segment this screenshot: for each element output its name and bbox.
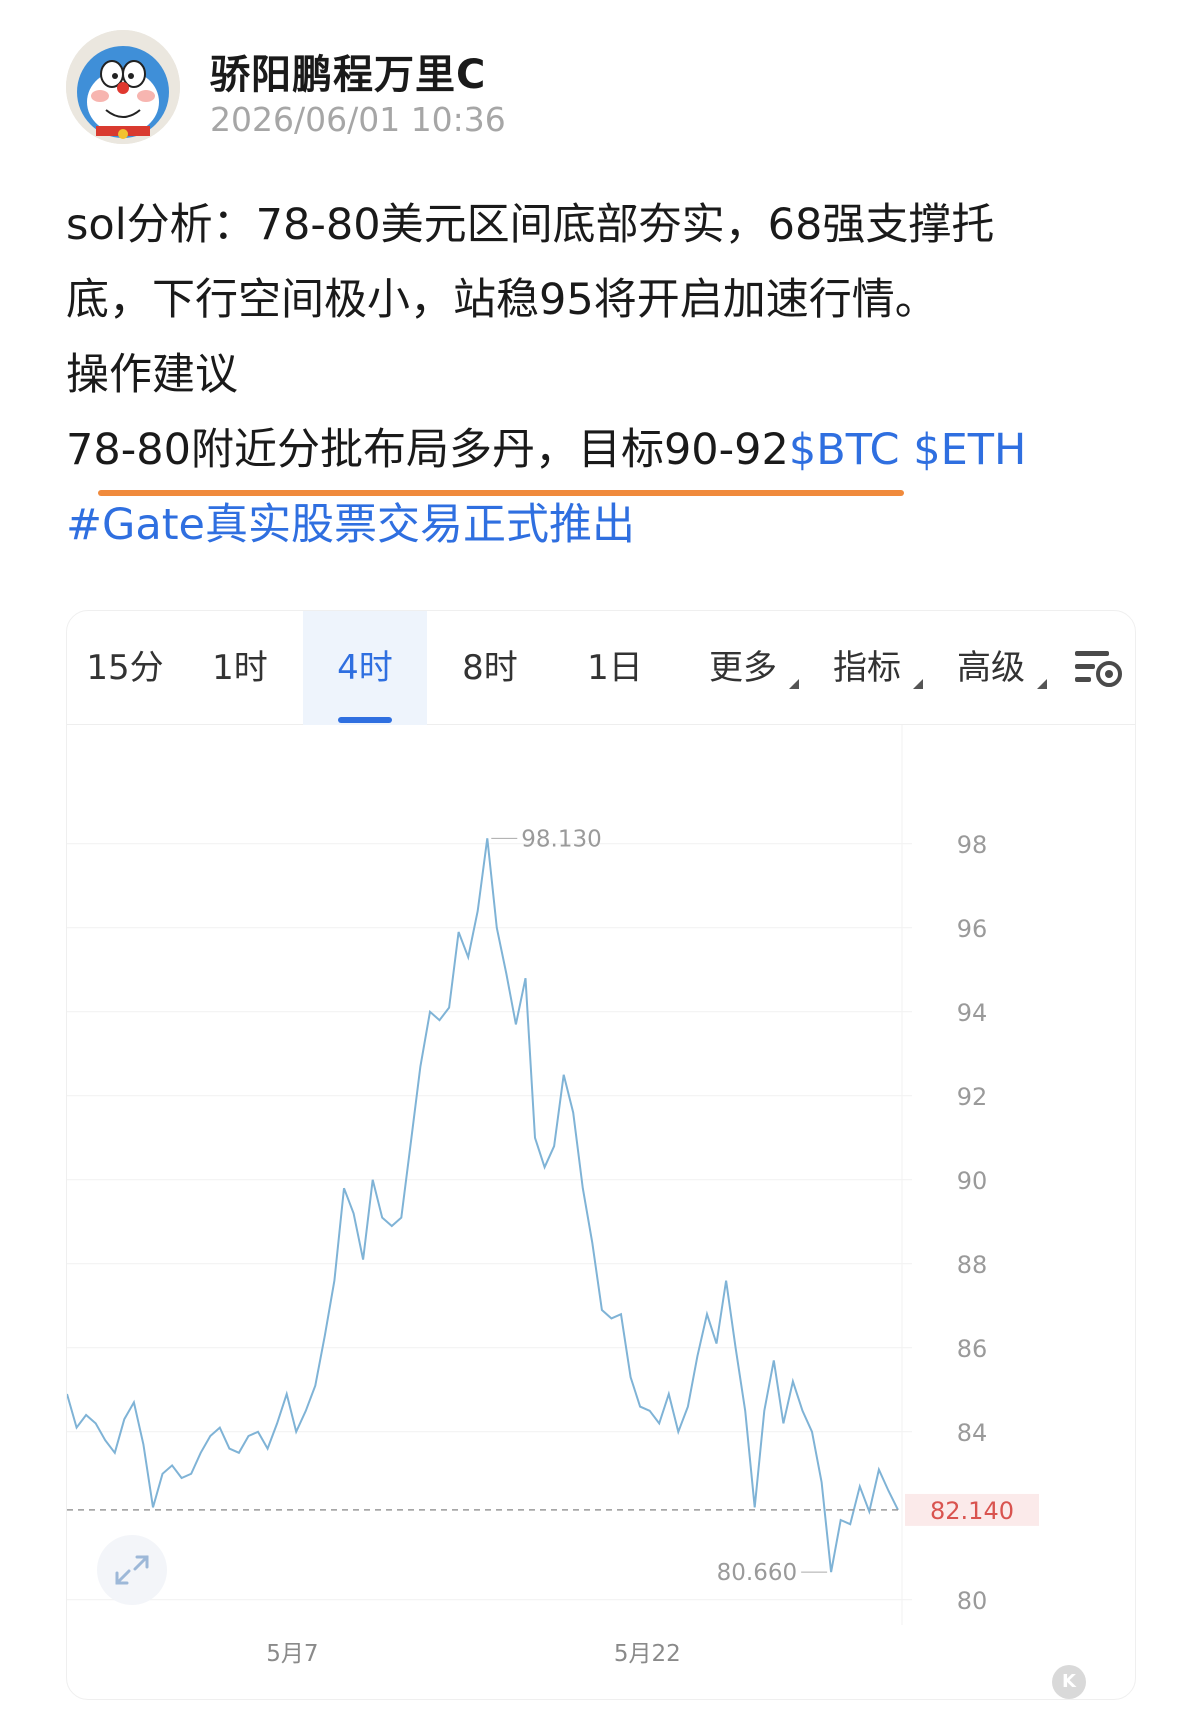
- low-price-label: 80.660: [717, 1560, 797, 1586]
- tab-label: 1时: [212, 648, 268, 688]
- tab-label: 高级: [957, 648, 1025, 688]
- tab-label: 更多: [709, 648, 777, 688]
- post-line-3: 操作建议: [66, 350, 238, 400]
- price-line: [67, 838, 899, 1573]
- timeframe-tabs: 15分 1时 4时 8时 1日 更多 指标 高级: [67, 611, 1135, 725]
- price-chart-svg: 80 84 86 88 90 92 94 96 98 82.140 98.130 80.660 5月7 5…: [67, 725, 1039, 1667]
- highlight-underline: [98, 490, 904, 496]
- price-chart-card: 15分 1时 4时 8时 1日 更多 指标 高级 80 84 86 88 90 92 94 9…: [66, 610, 1136, 1700]
- tab-8h[interactable]: 8时: [427, 611, 553, 725]
- tab-label: 指标: [833, 648, 901, 688]
- tab-4h[interactable]: 4时: [303, 611, 427, 725]
- price-chart[interactable]: 80 84 86 88 90 92 94 96 98 82.140 98.130 80.660 5月7 5…: [67, 725, 1135, 1699]
- chart-settings-icon[interactable]: [1073, 647, 1125, 691]
- x-tick-label: 5月22: [614, 1641, 681, 1667]
- dropdown-triangle-icon: [789, 679, 799, 689]
- active-tab-indicator: [338, 717, 392, 723]
- y-tick-label: 92: [957, 1083, 988, 1111]
- tab-label: 8时: [462, 648, 518, 688]
- y-tick-label: 94: [957, 999, 988, 1027]
- tab-label: 4时: [337, 648, 393, 688]
- tab-indicators[interactable]: 指标: [825, 611, 923, 725]
- post-timestamp: 2026/06/01 10:36: [210, 100, 506, 139]
- high-price-label: 98.130: [521, 826, 601, 852]
- tab-label: 15分: [86, 648, 164, 688]
- y-tick-label: 80: [957, 1587, 988, 1615]
- dropdown-triangle-icon: [1037, 679, 1047, 689]
- tab-label: 1日: [587, 648, 643, 688]
- hashtag-link[interactable]: #Gate真实股票交易正式推出: [66, 488, 1146, 563]
- y-tick-label: 96: [957, 915, 988, 943]
- doraemon-avatar-icon: [66, 30, 180, 144]
- tab-advanced[interactable]: 高级: [949, 611, 1047, 725]
- tab-1d[interactable]: 1日: [553, 611, 677, 725]
- x-tick-label: 5月7: [266, 1641, 318, 1667]
- post-line-1: sol分析：78-80美元区间底部夯实，68强支撑托: [66, 200, 995, 250]
- avatar[interactable]: [66, 30, 180, 144]
- post-header: 骄阳鹏程万里C 2026/06/01 10:36: [66, 30, 1146, 150]
- y-tick-label: 98: [957, 831, 988, 859]
- post-line-2: 底，下行空间极小，站稳95将开启加速行情。: [66, 275, 938, 325]
- tag-btc-link[interactable]: $BTC: [789, 425, 900, 475]
- post-line-4: 78-80附近分批布局多丹，目标90-92$BTC $ETH: [66, 413, 1146, 488]
- y-tick-label: 84: [957, 1419, 988, 1447]
- post-body: sol分析：78-80美元区间底部夯实，68强支撑托 底，下行空间极小，站稳95…: [66, 188, 1146, 563]
- tab-more[interactable]: 更多: [701, 611, 799, 725]
- tag-eth-link[interactable]: $ETH: [913, 425, 1026, 475]
- tab-1h[interactable]: 1时: [177, 611, 303, 725]
- tab-15m[interactable]: 15分: [73, 611, 177, 725]
- y-tick-label: 88: [957, 1251, 988, 1279]
- current-price-label: 82.140: [930, 1497, 1014, 1525]
- y-tick-label: 86: [957, 1335, 988, 1363]
- y-tick-label: 90: [957, 1167, 988, 1195]
- expand-icon[interactable]: [97, 1535, 167, 1605]
- post-line-4-text: 78-80附近分批布局多丹，目标90-92: [66, 425, 789, 475]
- author-name[interactable]: 骄阳鹏程万里C: [210, 42, 486, 100]
- dropdown-triangle-icon: [913, 679, 923, 689]
- k-badge-icon[interactable]: K: [1052, 1665, 1086, 1699]
